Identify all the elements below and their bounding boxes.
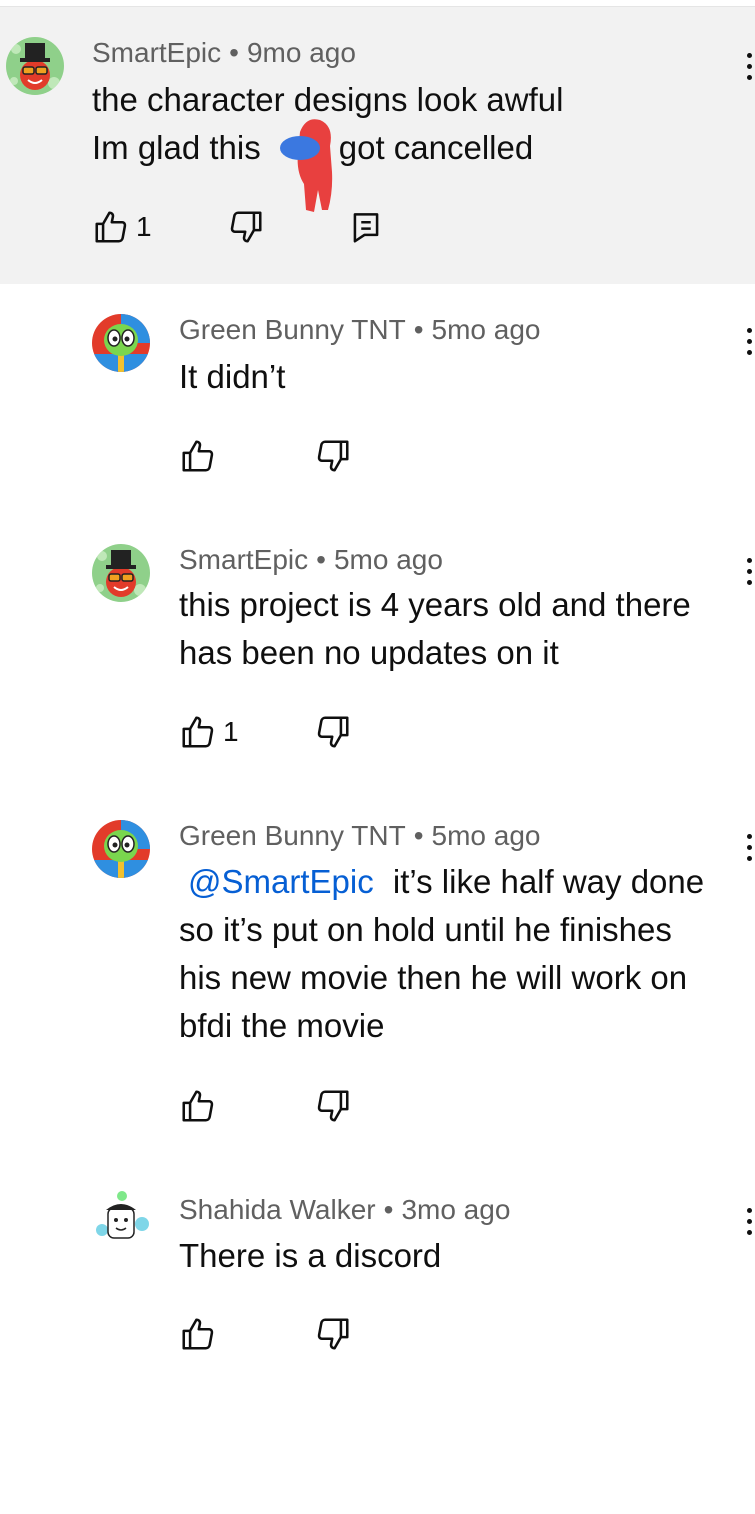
comment-actions	[179, 437, 379, 477]
avatar-green-bunny[interactable]	[92, 314, 150, 372]
avatar-shahida-walker[interactable]	[92, 1190, 150, 1248]
author-name[interactable]: Shahida Walker	[179, 1194, 376, 1225]
avatar-green-bunny[interactable]	[92, 820, 150, 878]
author-name[interactable]: SmartEpic	[92, 37, 221, 68]
comment-line: his new movie then he will work on	[179, 959, 688, 996]
thumbs-down-icon	[317, 716, 349, 748]
comment-meta: SmartEpic • 5mo ago	[179, 544, 443, 576]
thumbs-down-icon	[317, 440, 349, 472]
comment-text: this project is 4 years old and there ha…	[179, 581, 739, 677]
top-divider	[0, 0, 755, 7]
reply: Shahida Walker • 3mo ago There is a discor…	[0, 1164, 755, 1384]
comment-meta: Shahida Walker • 3mo ago	[179, 1194, 510, 1226]
thumbs-up-icon	[182, 716, 214, 748]
like-button[interactable]	[179, 437, 217, 475]
comment-line: has been no updates on it	[179, 634, 559, 671]
meta-separator: •	[413, 314, 424, 345]
comment-line: the character designs look awful	[92, 81, 564, 118]
more-options-icon[interactable]	[747, 834, 755, 867]
thumbs-up-icon	[182, 1318, 214, 1350]
comment-meta: Green Bunny TNT • 5mo ago	[179, 820, 540, 852]
comment-line-part: it’s like half way done	[392, 863, 705, 900]
green-bunny-avatar-icon	[92, 820, 150, 878]
comment-line: so it’s put on hold until he finishes	[179, 911, 672, 948]
comment-actions: 1	[92, 208, 392, 248]
avatar-smartepic[interactable]	[92, 544, 150, 602]
author-name[interactable]: Green Bunny TNT	[179, 820, 406, 851]
comment-line: this project is 4 years old and there	[179, 586, 691, 623]
comment-time: 3mo ago	[401, 1194, 511, 1225]
like-button[interactable]: 1	[179, 713, 239, 751]
dislike-button[interactable]	[314, 1315, 352, 1353]
reply: Green Bunny TNT • 5mo ago It didn’t	[0, 284, 755, 504]
cartoon-avatar-icon	[92, 1190, 150, 1248]
thumbs-down-icon	[230, 211, 262, 243]
like-button[interactable]	[179, 1087, 217, 1125]
thumbs-down-icon	[317, 1090, 349, 1122]
comment-text: @SmartEpic it’s like half way done so it…	[179, 858, 749, 1050]
thumbs-down-icon	[317, 1318, 349, 1350]
comment-actions: 1	[179, 713, 379, 753]
top-hat-avatar-icon	[92, 544, 150, 602]
reply-icon	[353, 213, 379, 243]
like-button[interactable]: 1	[92, 208, 152, 246]
meta-separator: •	[413, 820, 424, 851]
reply: Green Bunny TNT • 5mo ago @SmartEpic it’s …	[0, 790, 755, 1160]
reply: SmartEpic • 5mo ago this project is 4 year…	[0, 514, 755, 784]
comment-meta: Green Bunny TNT • 5mo ago	[179, 314, 540, 346]
author-name[interactable]: SmartEpic	[179, 544, 308, 575]
meta-separator: •	[316, 544, 326, 575]
comment-line: @SmartEpic it’s like half way done	[179, 858, 749, 906]
comment-line-part: Im glad this	[92, 129, 261, 166]
top-hat-avatar-icon	[6, 37, 64, 95]
dislike-button[interactable]	[227, 208, 265, 246]
meta-separator: •	[383, 1194, 394, 1225]
comment-time: 5mo ago	[431, 820, 541, 851]
dislike-button[interactable]	[314, 713, 352, 751]
comment-line: bfdi the movie	[179, 1007, 385, 1044]
thumbs-up-icon	[182, 440, 214, 472]
avatar-smartepic[interactable]	[6, 37, 64, 95]
author-name[interactable]: Green Bunny TNT	[179, 314, 406, 345]
comment-time: 5mo ago	[333, 544, 443, 575]
comment-actions	[179, 1315, 379, 1355]
like-button[interactable]	[179, 1315, 217, 1353]
comment-time: 9mo ago	[246, 37, 356, 68]
more-options-icon[interactable]	[747, 1208, 755, 1241]
meta-separator: •	[229, 37, 239, 68]
more-options-icon[interactable]	[747, 558, 755, 591]
more-options-icon[interactable]	[747, 328, 755, 361]
reply-button[interactable]	[347, 208, 385, 246]
comment-line: Im glad this got cancelled	[92, 124, 692, 172]
thumbs-up-icon	[182, 1090, 214, 1122]
like-count: 1	[136, 211, 152, 242]
more-options-icon[interactable]	[747, 53, 755, 86]
comment-text: There is a discord	[179, 1237, 442, 1274]
comment-line-part: got cancelled	[338, 129, 534, 166]
comment-text: the character designs look awful Im glad…	[92, 76, 692, 172]
comment-time: 5mo ago	[431, 314, 541, 345]
comment-meta: SmartEpic • 9mo ago	[92, 37, 356, 69]
like-count: 1	[223, 716, 239, 747]
mention-link[interactable]: @SmartEpic	[188, 863, 374, 900]
dislike-button[interactable]	[314, 1087, 352, 1125]
thumbs-up-icon	[95, 211, 127, 243]
comment-highlighted: SmartEpic • 9mo ago the character designs …	[0, 7, 755, 284]
comment-actions	[179, 1087, 379, 1127]
redaction-scribble	[280, 119, 333, 212]
dislike-button[interactable]	[314, 437, 352, 475]
green-bunny-avatar-icon	[92, 314, 150, 372]
comment-text: It didn’t	[179, 358, 286, 395]
